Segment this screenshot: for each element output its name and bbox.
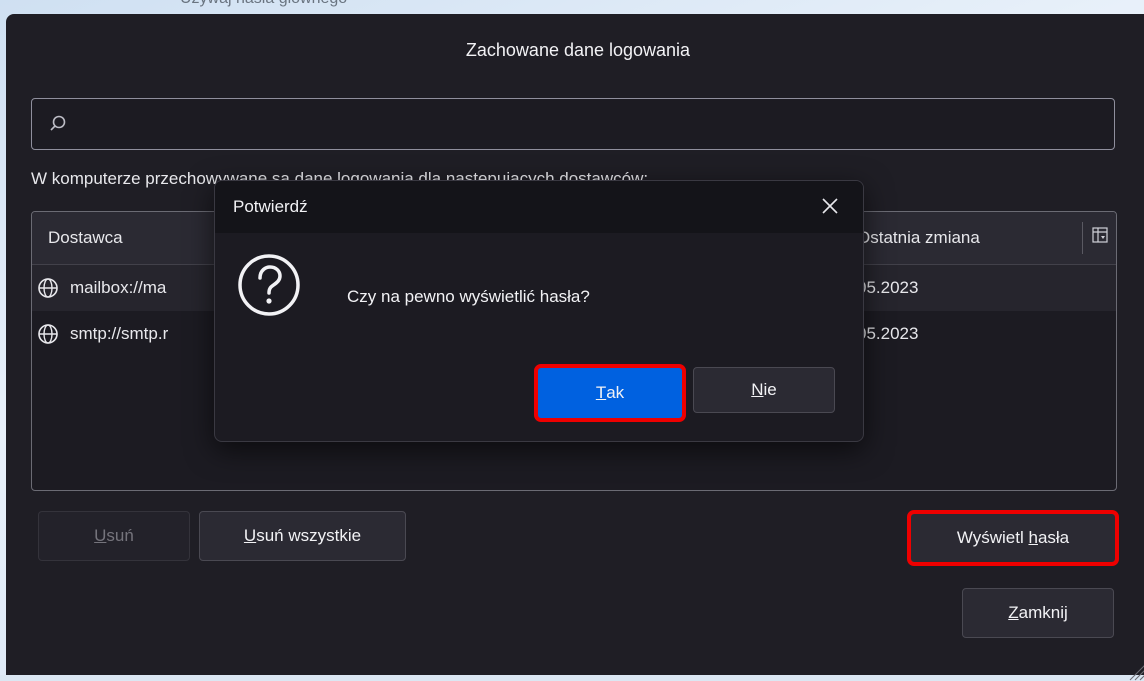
- remove-button-label: suń: [106, 526, 134, 545]
- remove-button-access-key: U: [94, 526, 107, 545]
- remove-all-access-key: U: [243, 526, 257, 545]
- window-title: Zachowane dane logowania: [465, 40, 691, 60]
- close-access-key: Z: [1008, 603, 1019, 622]
- search-input[interactable]: [31, 98, 1115, 150]
- close-label: amknij: [1018, 603, 1068, 622]
- no-access-key: N: [751, 380, 764, 399]
- resize-grip-icon[interactable]: [1126, 661, 1144, 681]
- globe-icon: [38, 324, 58, 344]
- show-passwords-label-end: asła: [1037, 528, 1070, 547]
- remove-all-label: suń wszystkie: [256, 526, 362, 545]
- column-separator: [1082, 222, 1083, 254]
- dialog-header: Potwierdź: [215, 181, 863, 233]
- dialog-message: Czy na pewno wyświetlić hasła?: [347, 287, 590, 306]
- close-button[interactable]: Zamknij: [962, 588, 1114, 638]
- no-button[interactable]: Nie: [693, 367, 835, 413]
- show-passwords-button[interactable]: Wyświetl h asła: [907, 510, 1119, 566]
- yes-button[interactable]: Tak: [534, 364, 686, 422]
- show-passwords-label-start: Wyświetl: [956, 528, 1029, 547]
- date-cell: 05.2023: [857, 324, 919, 343]
- remove-button[interactable]: Usuń: [38, 511, 190, 561]
- dialog-title: Potwierdź: [233, 197, 308, 216]
- column-picker-icon[interactable]: [1092, 227, 1108, 243]
- date-cell: 05.2023: [857, 278, 919, 297]
- yes-access-key: T: [595, 383, 607, 402]
- provider-cell: mailbox://ma: [70, 278, 167, 297]
- search-icon: [50, 115, 66, 131]
- question-icon: [238, 254, 300, 316]
- column-header-last-changed[interactable]: Ostatnia zmiana: [857, 228, 980, 248]
- show-passwords-access-key: h: [1028, 528, 1038, 547]
- confirm-dialog: Potwierdź Czy na pewno wyświetlić hasła?…: [214, 180, 864, 442]
- globe-icon: [38, 278, 58, 298]
- background-peek-text: Uzywaj hasla glownego: [180, 0, 347, 8]
- column-header-provider[interactable]: Dostawca: [48, 228, 123, 248]
- provider-cell: smtp://smtp.r: [70, 324, 169, 343]
- yes-label: ak: [606, 383, 625, 402]
- close-icon[interactable]: [815, 191, 845, 221]
- no-label: ie: [763, 380, 777, 399]
- remove-all-button[interactable]: Usuń wszystkie: [199, 511, 406, 561]
